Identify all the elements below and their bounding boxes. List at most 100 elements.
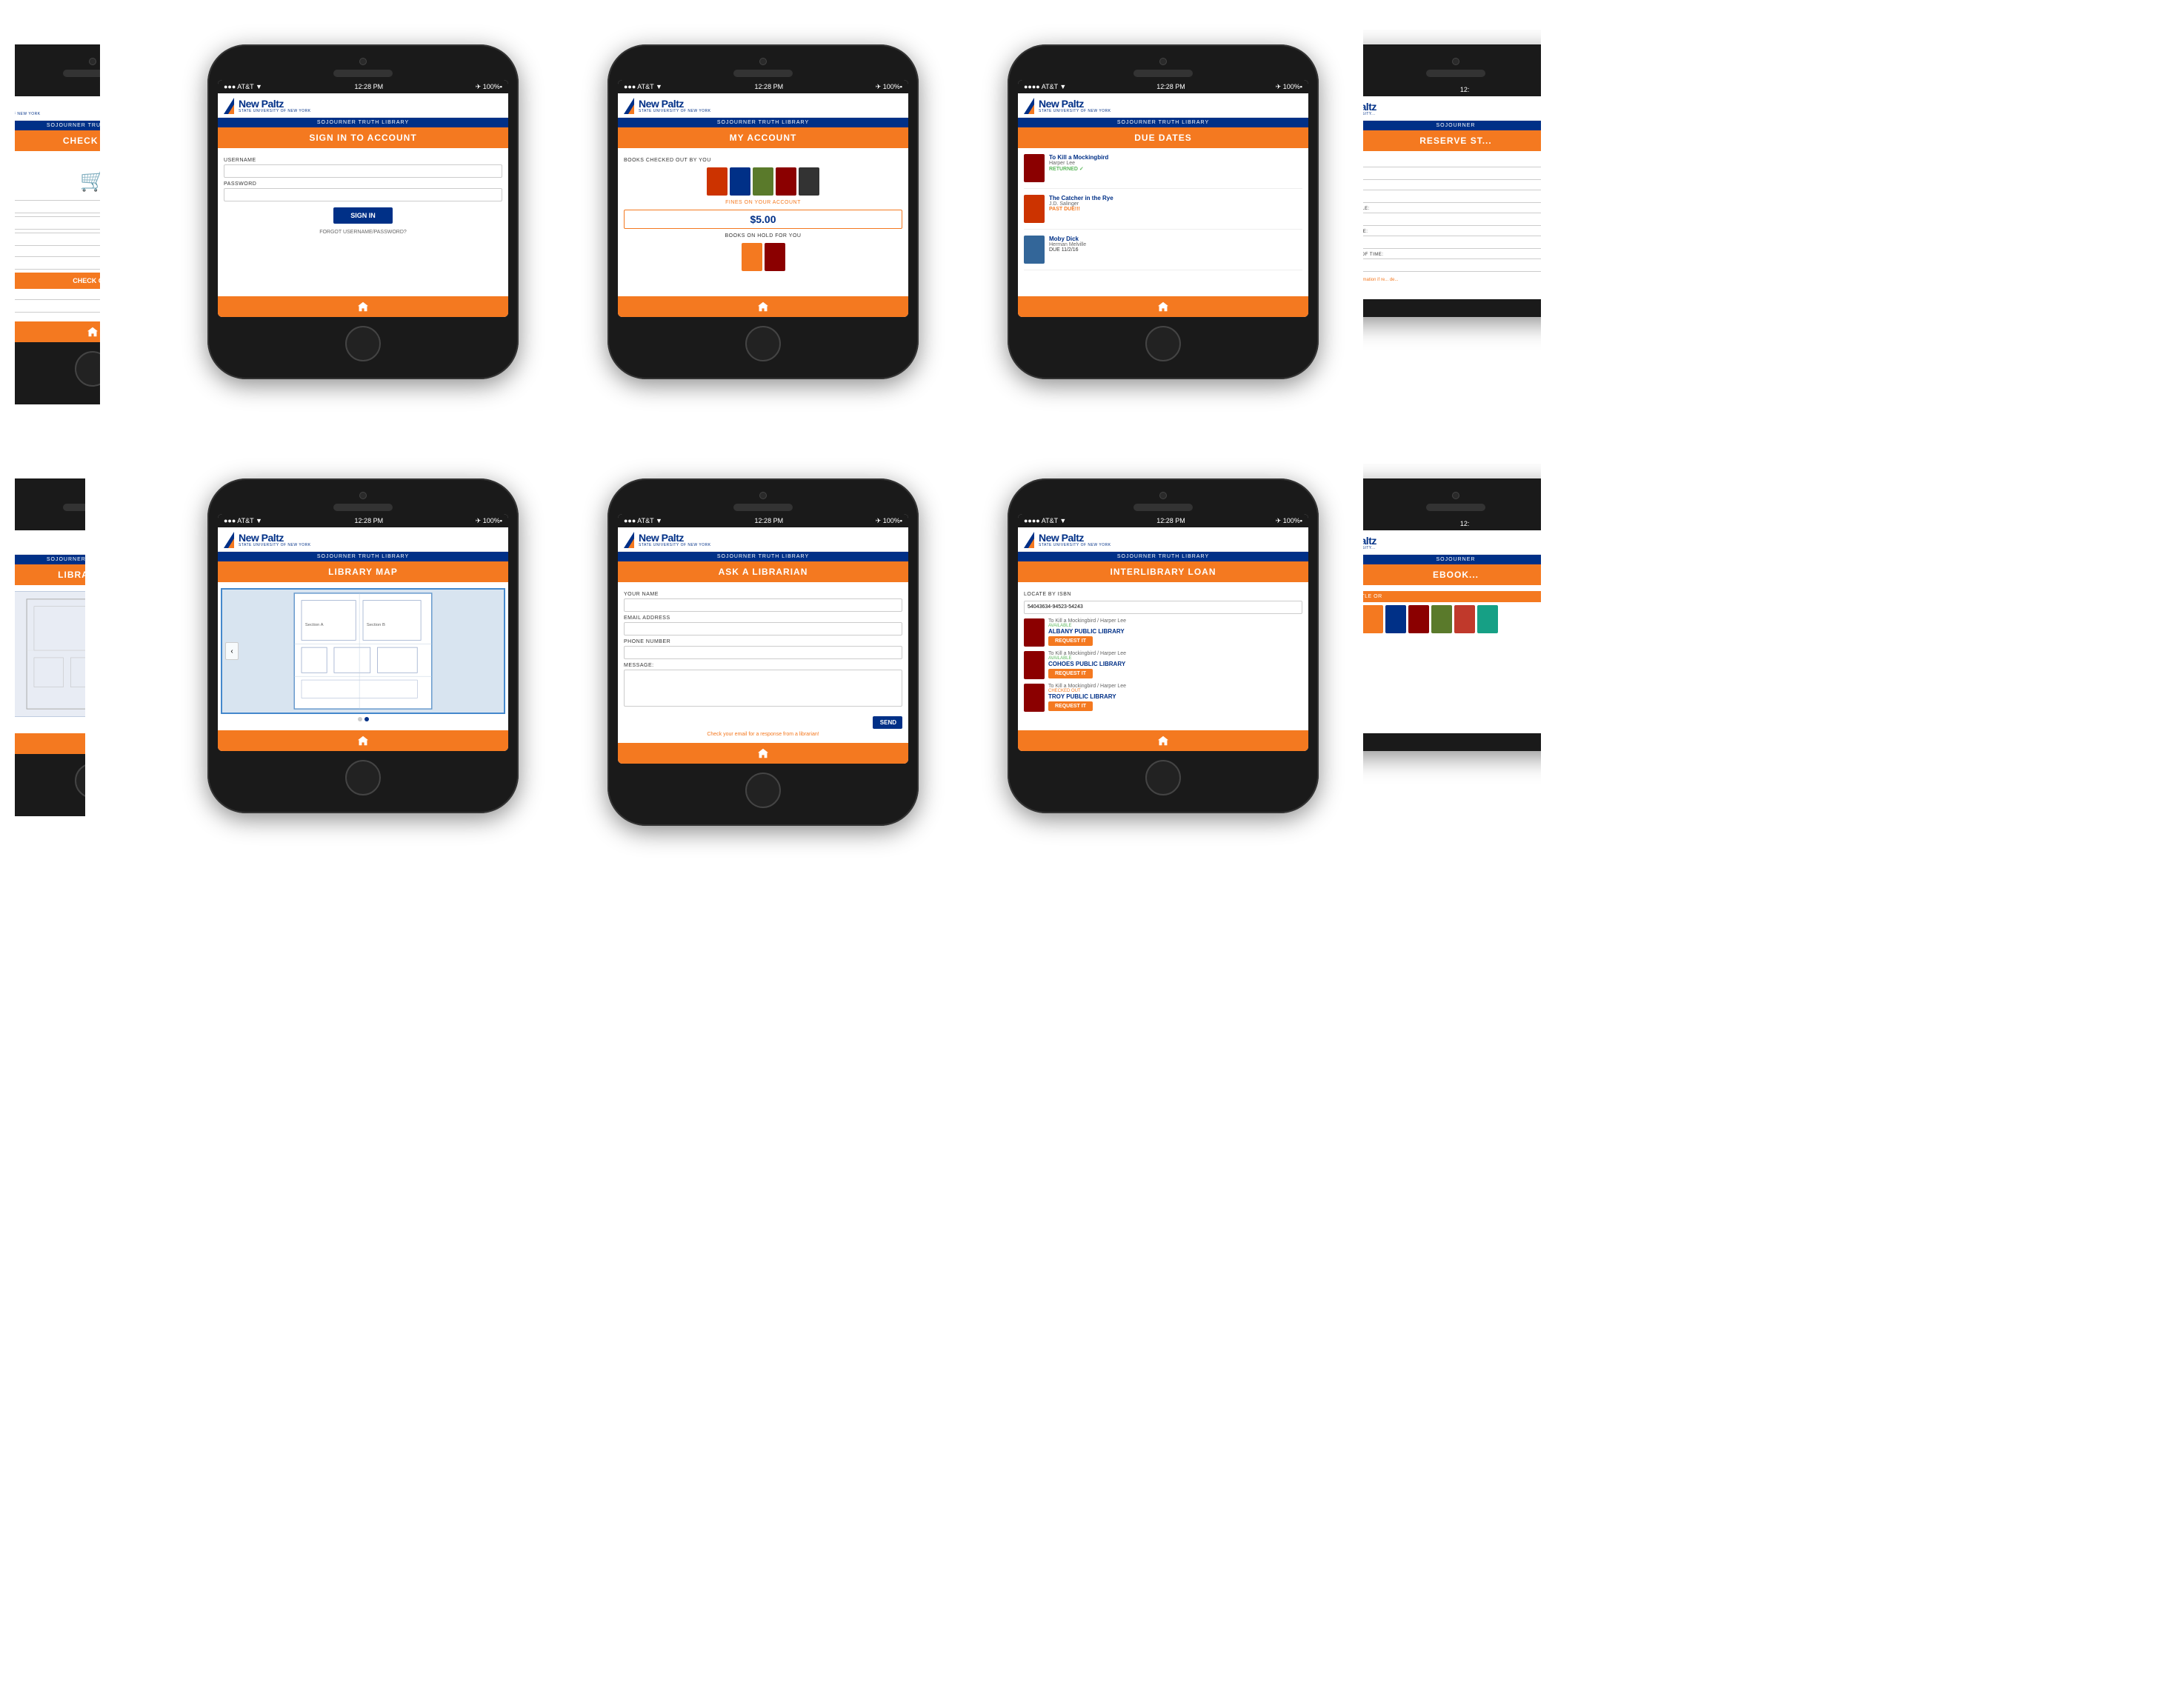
book-author-3: Herman Melville — [1049, 242, 1086, 247]
status-time: 12:28 PM — [755, 517, 784, 524]
hold-book-2 — [765, 243, 785, 271]
camera-dot — [359, 58, 367, 65]
checkout-content: 🛒 ADDRESS CHECK OUT DUE BACK BY — [15, 151, 163, 321]
send-button[interactable]: SEND — [873, 716, 902, 729]
due-back-input[interactable] — [15, 299, 163, 313]
isbn-input[interactable] — [1024, 601, 1302, 614]
logo-triangle-icon — [1024, 532, 1034, 548]
bottom-nav[interactable] — [218, 730, 508, 751]
sign-in-button[interactable]: SIGN IN — [333, 207, 393, 224]
map-dot-2-1 — [358, 717, 362, 721]
bottom-nav[interactable] — [1018, 296, 1308, 317]
username-input[interactable] — [224, 164, 502, 178]
home-button[interactable] — [345, 760, 381, 795]
library-result-2: To Kill a Mockingbird / Harper Lee Avail… — [1024, 651, 1302, 679]
password-input[interactable] — [224, 188, 502, 201]
reservation-date-label: RESERVATION DATE: — [1363, 230, 1541, 234]
ask-content: YOUR NAME EMAIL ADDRESS PHONE NUMBER MES… — [618, 582, 908, 743]
logo-triangle-icon — [624, 532, 634, 548]
logo-sub: State University of New York — [239, 543, 311, 547]
map-display-2: Section A Section B ‹ — [221, 588, 505, 714]
phone-interlibrary: ●●●● AT&T ▼ 12:28 PM ✈ 100%▪ New Paltz S… — [963, 464, 1363, 841]
reserve-period-input[interactable] — [1363, 258, 1541, 272]
logo-main: New Paltz — [1363, 536, 1376, 546]
home-button[interactable] — [745, 773, 781, 808]
status-bar-inter: ●●●● AT&T ▼ 12:28 PM ✈ 100%▪ — [1018, 514, 1308, 527]
request-button-2[interactable]: REQUEST IT — [1048, 669, 1093, 678]
bottom-nav[interactable] — [618, 743, 908, 764]
logo-main: New Paltz — [639, 99, 711, 109]
forgot-link[interactable]: FORGOT USERNAME/PASSWORD? — [224, 230, 502, 235]
app-header: New Paltz State University of New York — [618, 527, 908, 552]
bottom-nav[interactable] — [1018, 730, 1308, 751]
checked-out-label: BOOKS CHECKED OUT BY YOU — [624, 158, 902, 163]
logo-sub: State University of New York — [1039, 109, 1111, 113]
ebook-cover-3 — [1363, 605, 1383, 633]
checkout-address2-input[interactable] — [15, 256, 163, 270]
home-icon — [357, 301, 369, 312]
lib-name-3: TROY PUBLIC LIBRARY — [1048, 693, 1126, 700]
checkout-button[interactable]: CHECK OUT — [15, 273, 163, 289]
speaker — [333, 504, 393, 511]
status-carrier: ●●●● AT&T ▼ — [1024, 517, 1066, 524]
due-book-cover-2 — [1024, 195, 1045, 223]
status-right: ✈ 100%▪ — [476, 83, 502, 91]
ebook-content: SEARCH BY TITLE OR — [1363, 585, 1541, 733]
logo-main: New Paltz — [639, 533, 711, 543]
checkout-field2-input[interactable] — [15, 216, 163, 230]
result-info-3: To Kill a Mockingbird / Harper Lee Check… — [1048, 684, 1126, 711]
library-result-1: To Kill a Mockingbird / Harper Lee Avail… — [1024, 618, 1302, 647]
phone-my-account: ●●● AT&T ▼ 12:28 PM ✈ 100%▪ New Paltz St… — [563, 30, 963, 419]
due-item-3: Moby Dick Herman Melville DUE 11/2/16 — [1024, 236, 1302, 270]
home-button[interactable] — [345, 326, 381, 361]
library-bar: Sojourner Truth Library — [218, 118, 508, 127]
logo-sub: State University of New York — [639, 109, 711, 113]
bottom-nav[interactable] — [15, 321, 163, 342]
reserve-num-input[interactable] — [1363, 213, 1541, 226]
svg-text:Section A: Section A — [305, 623, 324, 627]
map-dot-1 — [87, 720, 92, 724]
main-grid: 12:26 PM ▂▄▆ ✈ 100% New Paltz State Univ… — [0, 0, 2184, 915]
reserve-name-input[interactable] — [1363, 167, 1541, 180]
on-hold-books — [624, 243, 902, 271]
bottom-nav[interactable] — [618, 296, 908, 317]
username-label: USERNAME — [224, 158, 502, 163]
due-info-1: To Kill a Mockingbird Harper Lee RETURNE… — [1049, 154, 1108, 172]
request-button-3[interactable]: REQUEST IT — [1048, 701, 1093, 711]
bottom-nav[interactable] — [218, 296, 508, 317]
ask-name-input[interactable] — [624, 598, 902, 612]
app-header: New Paltz University of York — [15, 530, 163, 555]
ask-message-input[interactable] — [624, 670, 902, 707]
camera-dot — [759, 58, 767, 65]
page-title-inter: INTERLIBRARY LOAN — [1018, 561, 1308, 582]
status-right: ✈ 100%▪ — [876, 517, 902, 525]
home-button[interactable] — [1145, 760, 1181, 795]
status-right: ✈ 100%▪ — [476, 517, 502, 525]
request-button-1[interactable]: REQUEST IT — [1048, 636, 1093, 646]
logo-main: New Paltz — [1039, 99, 1111, 109]
home-button[interactable] — [1145, 326, 1181, 361]
logo-sub: State University... — [1363, 546, 1376, 550]
book-ref-2: To Kill a Mockingbird / Harper Lee — [1048, 651, 1126, 656]
home-button[interactable] — [75, 763, 110, 798]
book-author-1: Harper Lee — [1049, 161, 1108, 166]
home-button[interactable] — [745, 326, 781, 361]
screen-due: ●●●● AT&T ▼ 12:28 PM ✈ 100%▪ New Paltz S… — [1018, 80, 1308, 317]
ask-email-input[interactable] — [624, 622, 902, 636]
status-right: ✈ 100%▪ — [1276, 83, 1302, 91]
result-book-3 — [1024, 684, 1045, 712]
book-cover-4 — [776, 167, 796, 196]
phone-due-dates: ●●●● AT&T ▼ 12:28 PM ✈ 100%▪ New Paltz S… — [963, 30, 1363, 419]
ask-phone-input[interactable] — [624, 646, 902, 659]
status-time: 12:28 PM — [1156, 517, 1185, 524]
reserve-email-input[interactable] — [1363, 190, 1541, 203]
checkout-address-input[interactable] — [15, 233, 163, 246]
map-prev-button[interactable]: ‹ — [225, 642, 239, 660]
bottom-nav[interactable] — [15, 733, 163, 754]
status-time: 12: — [1460, 520, 1470, 527]
reserve-date-input[interactable] — [1363, 236, 1541, 249]
fines-box: $5.00 — [624, 210, 902, 229]
status-due-3: DUE 11/2/16 — [1049, 247, 1086, 253]
status-bar: ●●●● AT&T ▼ 12: ✈ 100% — [1363, 83, 1541, 96]
checkout-name-input[interactable] — [15, 200, 163, 213]
